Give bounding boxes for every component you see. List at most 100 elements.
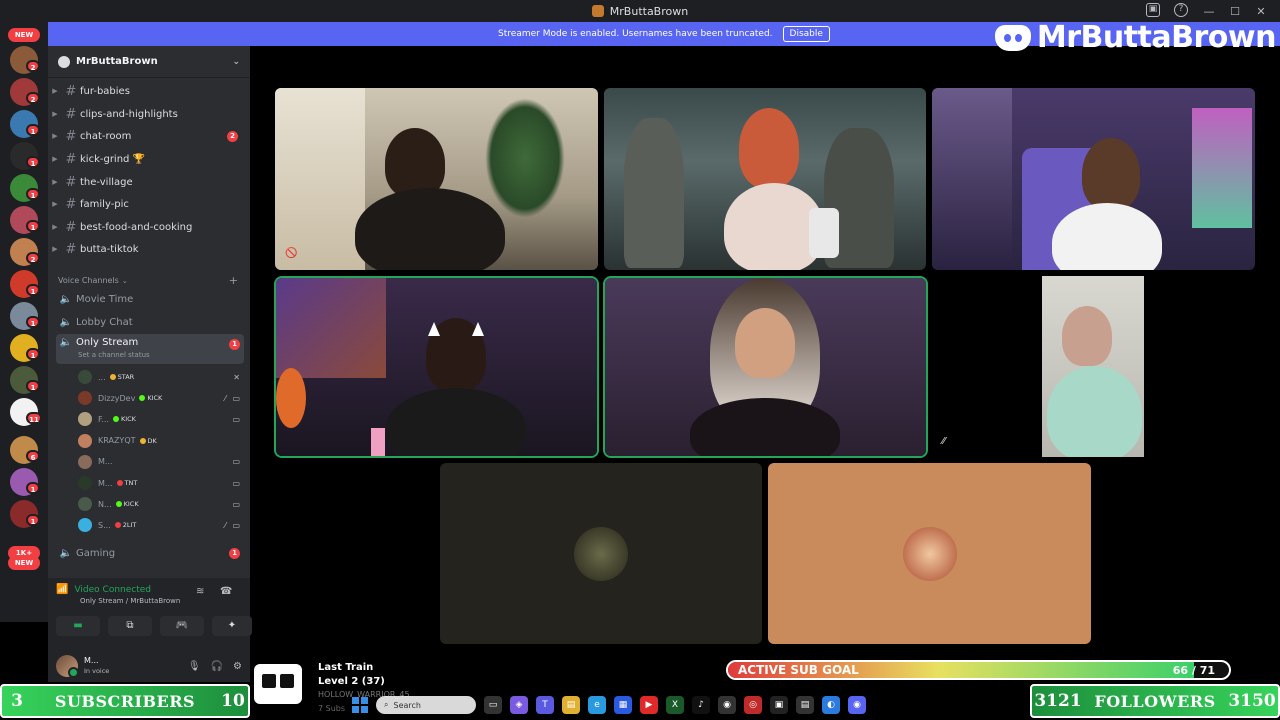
channel-family-pic[interactable]: ▶ # family-pic bbox=[48, 194, 250, 214]
streamer-mode-text: Streamer Mode is enabled. Usernames have… bbox=[498, 29, 773, 39]
video-tile[interactable] bbox=[1042, 276, 1144, 457]
teams-icon[interactable]: T bbox=[536, 696, 554, 714]
channel-chat-room[interactable]: ▶ # chat-room 2 bbox=[48, 126, 250, 146]
channel-fur-babies[interactable]: ▶ # fur-babies bbox=[48, 81, 250, 101]
server-badge: 2 bbox=[26, 60, 40, 72]
headphones-icon[interactable]: 🎧 bbox=[211, 661, 223, 672]
excel-icon[interactable]: X bbox=[666, 696, 684, 714]
app-icon[interactable]: ◐ bbox=[822, 696, 840, 714]
app-icon[interactable]: ◎ bbox=[744, 696, 762, 714]
store-icon[interactable]: ▦ bbox=[614, 696, 632, 714]
taskbar-search[interactable]: ⌕ Search bbox=[376, 696, 476, 714]
voice-user[interactable]: S... 2LIT ▭ ⁄ bbox=[78, 516, 240, 534]
app-icon[interactable]: ▤ bbox=[796, 696, 814, 714]
video-tile-speaking[interactable] bbox=[605, 278, 926, 456]
user-status: In voice bbox=[84, 667, 110, 675]
server-header[interactable]: MrButtaBrown ⌄ bbox=[48, 46, 250, 78]
edge-icon[interactable]: e bbox=[588, 696, 606, 714]
maximize-button[interactable]: ☐ bbox=[1222, 0, 1248, 22]
channel-best-food-and-cooking[interactable]: ▶ # best-food-and-cooking bbox=[48, 217, 250, 237]
disable-streamer-mode-button[interactable]: Disable bbox=[782, 26, 830, 42]
camera-on-icon: ✕ bbox=[233, 372, 240, 382]
channel-kick-grind[interactable]: ▶ # kick-grind 🏆 bbox=[48, 149, 250, 169]
video-tile[interactable] bbox=[932, 88, 1255, 270]
camera-button[interactable]: ▬ bbox=[56, 616, 100, 636]
collapse-arrow-icon: ▶ bbox=[52, 110, 58, 118]
channel-the-village[interactable]: ▶ # the-village bbox=[48, 172, 250, 192]
close-window-button[interactable]: ✕ bbox=[1248, 0, 1274, 22]
chevron-down-icon[interactable]: ⌄ bbox=[232, 57, 240, 67]
channel-sidebar: MrButtaBrown ⌄ ▶ # fur-babies ▶ # clips-and-… bbox=[48, 46, 252, 682]
search-placeholder: Search bbox=[393, 700, 421, 710]
tiktok-icon[interactable]: ♪ bbox=[692, 696, 710, 714]
voice-channel-gaming[interactable]: 🔈 Gaming 1 bbox=[56, 543, 244, 563]
now-playing-logo bbox=[254, 664, 302, 704]
video-tile-speaking[interactable] bbox=[276, 278, 597, 456]
hash-icon: # bbox=[65, 128, 77, 144]
gear-icon[interactable]: ⚙ bbox=[233, 661, 242, 672]
voice-user[interactable]: M... ▭ bbox=[78, 453, 240, 471]
video-tile-avatar[interactable] bbox=[768, 463, 1091, 644]
collapse-arrow-icon: ▶ bbox=[52, 178, 58, 186]
discord-taskbar-icon[interactable]: ◉ bbox=[848, 696, 866, 714]
server-badge: 1 bbox=[26, 348, 40, 360]
windows-start-icon[interactable] bbox=[352, 697, 368, 713]
voice-user[interactable]: M... TNT ▭ bbox=[78, 474, 240, 492]
avatar[interactable] bbox=[56, 655, 79, 678]
avatar bbox=[78, 370, 92, 384]
channel-status-placeholder[interactable]: Set a channel status bbox=[78, 351, 150, 359]
voice-channel-lobby-chat[interactable]: 🔈 Lobby Chat bbox=[56, 312, 244, 332]
disconnect-icon[interactable]: ☎ bbox=[220, 586, 232, 597]
file-explorer-icon[interactable]: ▤ bbox=[562, 696, 580, 714]
speaker-icon: 🔈 bbox=[59, 293, 73, 305]
voice-status-subtitle[interactable]: Only Stream / MrButtaBrown bbox=[80, 597, 180, 605]
channel-label: fur-babies bbox=[80, 85, 130, 97]
collapse-arrow-icon: ▶ bbox=[52, 245, 58, 253]
voice-channel-movie-time[interactable]: 🔈 Movie Time bbox=[56, 289, 244, 309]
obs-icon[interactable]: ◉ bbox=[718, 696, 736, 714]
server-rail: NEW 2 2 1 1 1 1 2 1 1 1 1 11 6 1 1 1K+ N… bbox=[0, 22, 48, 622]
taskbar: ⌕ Search ▭ ◈ T ▤ e ▦ ▶ X ♪ ◉ ◎ ▣ ▤ ◐ ◉ bbox=[352, 694, 942, 716]
activity-button[interactable]: 🎮 bbox=[160, 616, 204, 636]
voice-channels-header[interactable]: Voice Channels ⌄ + bbox=[58, 274, 238, 287]
avatar bbox=[78, 391, 92, 406]
microphone-icon[interactable]: 🎙 bbox=[188, 661, 201, 672]
video-tile-avatar[interactable] bbox=[440, 463, 762, 644]
voice-user[interactable]: KRAZYQT DK bbox=[78, 432, 240, 450]
voice-channel-only-stream[interactable]: 🔈 Only Stream Set a channel status 1 bbox=[56, 334, 244, 364]
video-tile[interactable] bbox=[604, 88, 926, 270]
user-panel: M... In voice 🎙 🎧 ⚙ bbox=[48, 650, 250, 682]
screen-share-button[interactable]: ⧉ bbox=[108, 616, 152, 636]
server-badge: 11 bbox=[26, 412, 42, 424]
video-tile[interactable]: 🚫 bbox=[275, 88, 598, 270]
task-view-icon[interactable]: ▭ bbox=[484, 696, 502, 714]
voice-user[interactable]: ... STAR ✕ bbox=[78, 368, 240, 386]
soundboard-button[interactable]: ✦ bbox=[212, 616, 252, 636]
camera-on-icon: ▭ bbox=[232, 457, 240, 467]
inbox-icon[interactable]: ▣ bbox=[1146, 3, 1160, 17]
voice-user-name: ... bbox=[98, 372, 106, 382]
role-tag: KICK bbox=[115, 500, 139, 508]
avatar bbox=[78, 518, 92, 533]
minimize-button[interactable]: — bbox=[1196, 0, 1222, 22]
channel-butta-tiktok[interactable]: ▶ # butta-tiktok bbox=[48, 239, 250, 259]
channel-clips-and-highlights[interactable]: ▶ # clips-and-highlights bbox=[48, 104, 250, 124]
voice-user[interactable]: F... KICK ▭ bbox=[78, 410, 240, 428]
voice-user[interactable]: DizzyDev KICK ▭ ⁄ bbox=[78, 389, 240, 407]
role-tag-label: DK bbox=[147, 436, 157, 445]
search-icon: ⌕ bbox=[384, 700, 389, 709]
camera-on-icon: ▭ bbox=[232, 520, 240, 530]
channel-label: butta-tiktok bbox=[80, 243, 139, 255]
voice-connection-panel: 📶 Video Connected Only Stream / MrButtaBr… bbox=[48, 578, 252, 650]
noise-suppression-icon[interactable]: ≋ bbox=[196, 586, 204, 597]
copilot-icon[interactable]: ◈ bbox=[510, 696, 528, 714]
app-icon bbox=[591, 5, 604, 17]
add-channel-icon[interactable]: + bbox=[229, 274, 238, 287]
youtube-icon[interactable]: ▶ bbox=[640, 696, 658, 714]
hash-icon: # bbox=[65, 83, 77, 99]
app-root: MrButtaBrown ▣ ? — ☐ ✕ Streamer Mode is … bbox=[0, 0, 1280, 720]
help-icon[interactable]: ? bbox=[1174, 3, 1188, 17]
server-name: MrButtaBrown bbox=[76, 56, 158, 67]
app-icon[interactable]: ▣ bbox=[770, 696, 788, 714]
voice-user[interactable]: N... KICK ▭ bbox=[78, 495, 240, 513]
